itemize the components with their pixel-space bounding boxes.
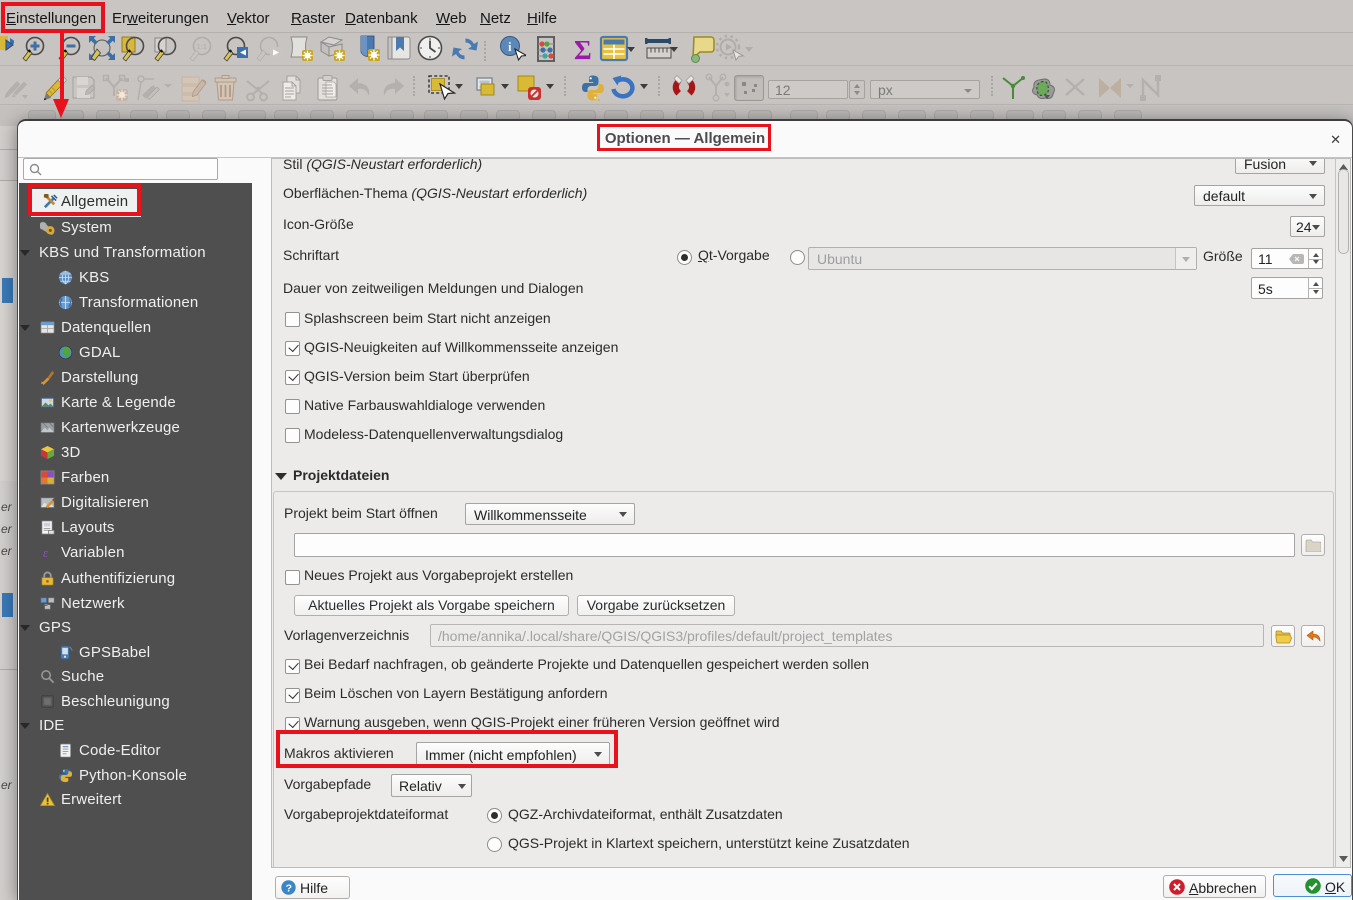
svg-text:Σ: Σ xyxy=(574,35,592,64)
svg-text:ε: ε xyxy=(43,545,49,560)
svg-text:1:1: 1:1 xyxy=(197,42,207,51)
svg-text:i: i xyxy=(508,39,512,54)
svg-text:?: ? xyxy=(286,882,292,894)
